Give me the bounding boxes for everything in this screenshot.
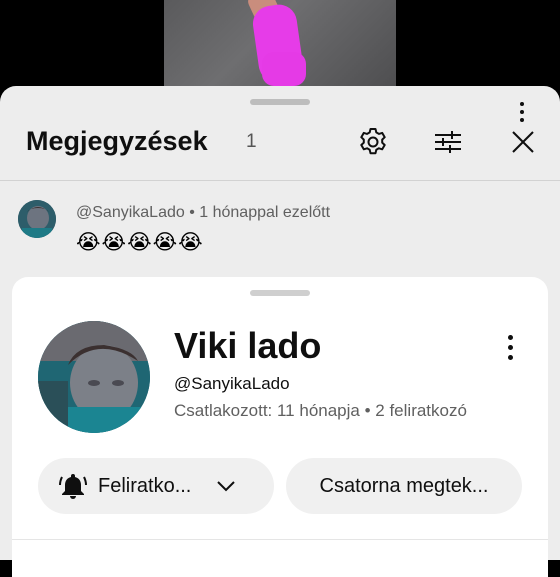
chevron-down-icon [217,481,236,492]
channel-avatar-image [38,321,150,433]
settings-button[interactable] [355,124,391,160]
bell-icon [59,474,87,499]
channel-handle: @SanyikaLado [174,374,290,393]
avatar[interactable] [18,200,56,238]
meta-separator: • [184,204,200,221]
sliders-icon [435,131,461,153]
filter-button[interactable] [430,124,466,160]
drag-handle[interactable] [250,290,310,296]
channel-card: Viki lado @SanyikaLado Csatlakozott: 11 … [12,277,548,577]
channel-more-button[interactable] [505,335,515,360]
more-vert-icon [507,335,513,340]
subscribe-label: Feliratko... [98,474,192,497]
comments-header: Megjegyzések 1 [0,116,560,172]
channel-avatar[interactable] [38,321,150,433]
comment-author[interactable]: @SanyikaLado [76,204,185,221]
drag-handle[interactable] [250,99,310,105]
more-vert-icon [520,102,524,106]
avatar-image [18,200,56,238]
video-player-background[interactable] [0,0,560,100]
comment-time: 1 hónappal ezelőtt [199,204,331,221]
card-divider [12,539,548,540]
header-divider [0,180,560,181]
channel-joined: Csatlakozott: 11 hónapja [174,401,360,420]
comment-more-button[interactable] [517,102,527,122]
comments-count: 1 [246,131,257,152]
channel-stats: Csatlakozott: 11 hónapja • 2 feliratkozó [174,401,467,420]
comment-meta: @SanyikaLado • 1 hónappal ezelőtt [76,204,330,222]
close-icon [512,131,534,153]
comments-title: Megjegyzések [26,126,208,156]
comment-text: 😭😭😭😭😭 [76,230,204,254]
comment-item: @SanyikaLado • 1 hónappal ezelőtt 😭😭😭😭😭 [0,102,560,264]
video-content [262,52,306,86]
view-channel-button[interactable]: Csatorna megtek... [286,458,522,514]
channel-name: Viki lado [174,325,322,366]
close-button[interactable] [505,124,541,160]
gear-icon [360,128,386,155]
subscribe-button[interactable]: Feliratko... [38,458,274,514]
video-frame[interactable] [164,0,396,100]
view-channel-label: Csatorna megtek... [319,474,489,497]
channel-subscribers: 2 feliratkozó [375,401,467,420]
